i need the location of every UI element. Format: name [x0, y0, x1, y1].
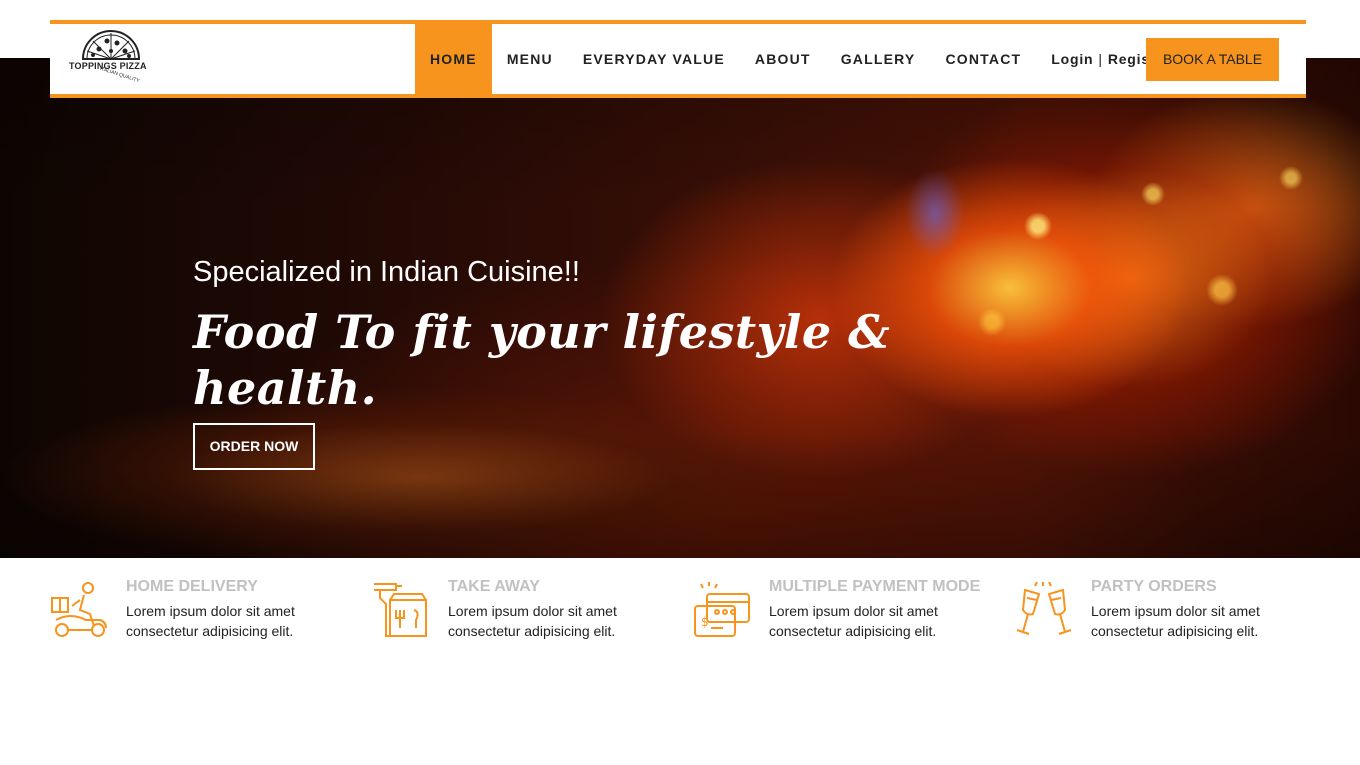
champagne-glasses-icon — [1016, 581, 1072, 635]
feature-title: PARTY ORDERS — [1091, 578, 1217, 595]
nav-about[interactable]: ABOUT — [740, 24, 826, 94]
feature-desc: Lorem ipsum dolor sit amet consectetur a… — [1091, 603, 1260, 639]
feature-title: TAKE AWAY — [448, 578, 540, 595]
nav-everyday-value[interactable]: EVERYDAY VALUE — [568, 24, 740, 94]
order-now-button[interactable]: ORDER NOW — [193, 423, 315, 470]
delivery-scooter-icon — [51, 582, 107, 637]
feature-home-delivery: HOME DELIVERY Lorem ipsum dolor sit amet… — [50, 578, 350, 648]
svg-text:$: $ — [701, 615, 709, 629]
features-strip: HOME DELIVERY Lorem ipsum dolor sit amet… — [50, 578, 1310, 648]
takeaway-bag-icon — [374, 583, 427, 637]
pizza-logo-icon — [81, 30, 141, 60]
nav-home[interactable]: HOME — [415, 24, 492, 94]
feature-party-orders: PARTY ORDERS Lorem ipsum dolor sit amet … — [1015, 578, 1315, 648]
site-header: TOPPINGS PIZZA ITALIAN QUALITY HOME MENU… — [50, 20, 1306, 98]
book-table-button[interactable]: BOOK A TABLE — [1146, 38, 1279, 81]
nav-menu[interactable]: MENU — [492, 24, 568, 94]
brand-logo[interactable]: TOPPINGS PIZZA ITALIAN QUALITY — [65, 27, 157, 91]
nav-gallery[interactable]: GALLERY — [826, 24, 931, 94]
feature-desc: Lorem ipsum dolor sit amet consectetur a… — [769, 603, 938, 639]
hero-content: Specialized in Indian Cuisine!! Food To … — [193, 254, 893, 470]
brand-name: TOPPINGS PIZZA — [69, 61, 147, 71]
nav-contact[interactable]: CONTACT — [930, 24, 1036, 94]
feature-take-away: TAKE AWAY Lorem ipsum dolor sit amet con… — [372, 578, 672, 648]
login-link[interactable]: Login — [1051, 51, 1093, 67]
feature-desc: Lorem ipsum dolor sit amet consectetur a… — [126, 603, 295, 639]
auth-separator: | — [1098, 51, 1103, 67]
payment-card-icon: $ — [694, 582, 750, 637]
hero-title: Food To fit your lifestyle & health. — [193, 305, 891, 415]
feature-title: HOME DELIVERY — [126, 578, 258, 595]
feature-desc: Lorem ipsum dolor sit amet consectetur a… — [448, 603, 617, 639]
hero-subtitle: Specialized in Indian Cuisine!! — [193, 256, 580, 288]
feature-title: MULTIPLE PAYMENT MODE — [769, 578, 981, 595]
hero-banner: Specialized in Indian Cuisine!! Food To … — [0, 58, 1360, 558]
main-nav: HOME MENU EVERYDAY VALUE ABOUT GALLERY C… — [415, 24, 1185, 94]
feature-multiple-payment: $ MULTIPLE PAYMENT MODE Lorem ipsum dolo… — [693, 578, 993, 648]
